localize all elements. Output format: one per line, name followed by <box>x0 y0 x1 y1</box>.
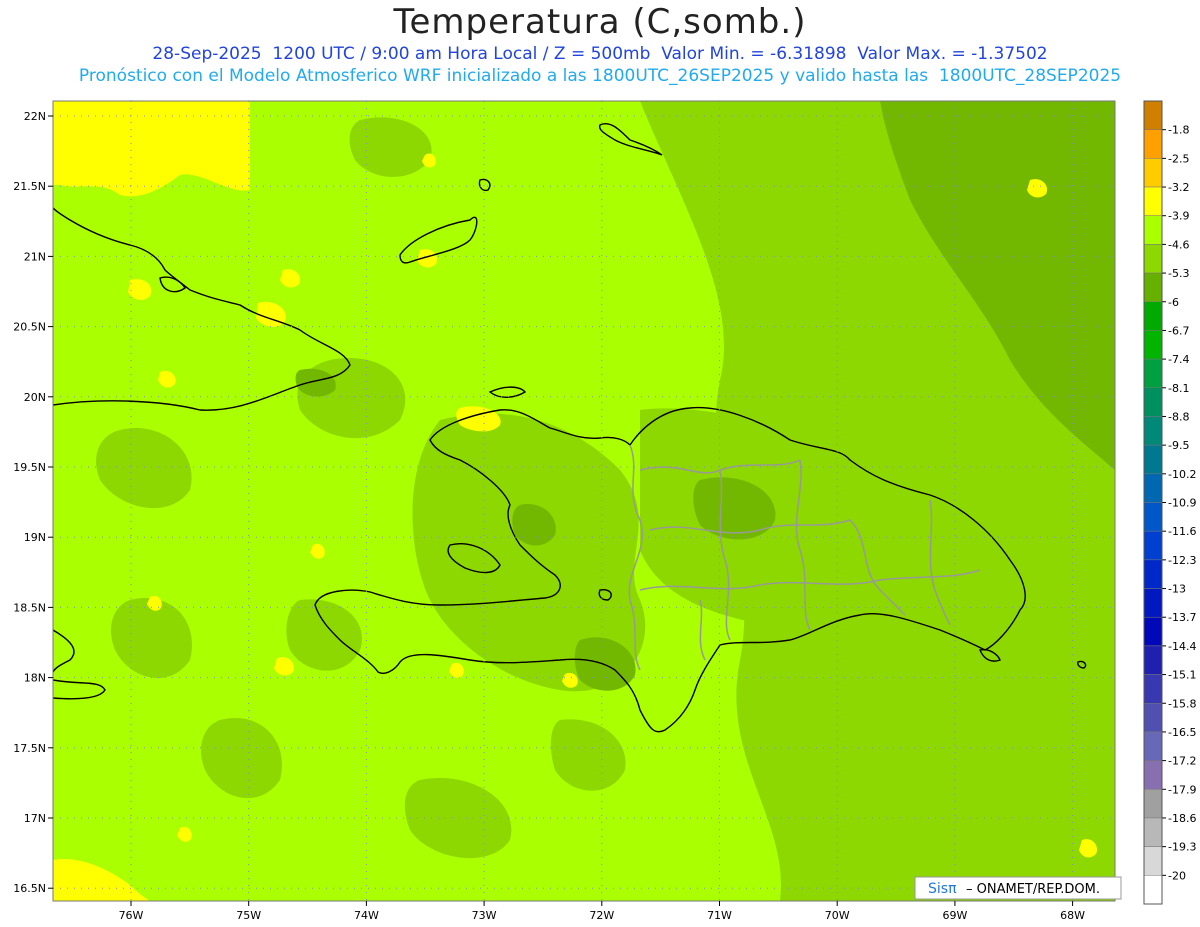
colorbar-label: -19.3 <box>1168 841 1196 854</box>
colorbar-swatch <box>1143 100 1163 130</box>
colorbar-swatch <box>1143 186 1163 216</box>
latitude-label: 21.5N <box>13 180 46 193</box>
latitude-axis: 22N 21.5N 21N 20.5N 20N 19.5N 19N 18.5N 18N 17.5N… <box>13 110 53 895</box>
colorbar-swatch <box>1143 559 1163 589</box>
colorbar-legend: -1.8 -2.5 -3.2 -3.9 -4.6 -5.3 -6 -6.7 -7.4 -8.1 -8… <box>1143 100 1196 905</box>
longitude-label: 68W <box>1060 909 1085 922</box>
latitude-label: 19N <box>24 531 46 544</box>
latitude-label: 20.5N <box>13 321 46 334</box>
colorbar-label: -18.6 <box>1168 812 1196 825</box>
colorbar-label: -9.5 <box>1168 439 1189 452</box>
longitude-label: 71W <box>707 909 732 922</box>
colorbar-swatch <box>1143 731 1163 761</box>
colorbar-label: -3.9 <box>1168 210 1189 223</box>
longitude-label: 73W <box>472 909 497 922</box>
colorbar-label: -15.8 <box>1168 697 1196 710</box>
longitude-label: 69W <box>942 909 967 922</box>
colorbar-label: -8.8 <box>1168 410 1189 423</box>
colorbar-label: -1.8 <box>1168 124 1189 137</box>
colorbar-swatch <box>1143 875 1163 905</box>
colorbar-swatch <box>1143 244 1163 274</box>
colorbar-swatch <box>1143 358 1163 389</box>
temperature-field <box>53 101 1115 901</box>
colorbar-label: -2.5 <box>1168 152 1189 165</box>
credit-text: – ONAMET/REP.DOM. <box>966 882 1100 897</box>
colorbar-label: -12.3 <box>1168 554 1196 567</box>
longitude-label: 76W <box>119 909 144 922</box>
latitude-label: 21N <box>24 250 46 263</box>
colorbar-swatch <box>1143 416 1163 446</box>
colorbar-swatch <box>1143 645 1163 675</box>
colorbar-swatch <box>1143 530 1163 561</box>
colorbar-swatch <box>1143 789 1163 819</box>
colorbar-label: -11.6 <box>1168 525 1196 538</box>
latitude-label: 17N <box>24 812 46 825</box>
colorbar-label: -20 <box>1168 869 1186 882</box>
colorbar-label: -15.1 <box>1168 669 1196 682</box>
colorbar-swatch <box>1143 301 1163 331</box>
colorbar-label: -13.7 <box>1168 611 1196 624</box>
latitude-label: 18N <box>24 672 46 685</box>
longitude-axis: 76W 75W 74W 73W 72W 71W 70W 69W 68W <box>119 901 1085 922</box>
colorbar-swatch <box>1143 588 1163 618</box>
latitude-label: 19.5N <box>13 461 46 474</box>
temperature-map: 22N 21.5N 21N 20.5N 20N 19.5N 19N 18.5N 18N 17.5N… <box>13 100 1196 922</box>
colorbar-label: -14.4 <box>1168 640 1196 653</box>
colorbar-label: -6 <box>1168 296 1179 309</box>
colorbar-label: -13 <box>1168 583 1186 596</box>
colorbar-swatch <box>1143 703 1163 733</box>
longitude-label: 72W <box>589 909 614 922</box>
colorbar-swatch <box>1143 387 1163 417</box>
colorbar-swatch <box>1143 760 1163 790</box>
colorbar-swatch <box>1143 272 1163 303</box>
latitude-label: 20N <box>24 391 46 404</box>
latitude-label: 16.5N <box>13 882 46 895</box>
latitude-label: 22N <box>24 110 46 123</box>
credit-box: Sisπ – ONAMET/REP.DOM. <box>914 876 1122 900</box>
colorbar-label: -16.5 <box>1168 726 1196 739</box>
latitude-label: 18.5N <box>13 601 46 614</box>
colorbar-swatch <box>1143 444 1163 475</box>
colorbar-label: -8.1 <box>1168 382 1189 395</box>
colorbar-swatch <box>1143 616 1163 647</box>
colorbar-swatch <box>1143 215 1163 245</box>
longitude-label: 75W <box>236 909 261 922</box>
colorbar-swatch <box>1143 817 1163 847</box>
longitude-label: 74W <box>354 909 379 922</box>
colorbar-swatch <box>1143 473 1163 503</box>
colorbar-label: -3.2 <box>1168 181 1189 194</box>
sispi-logo: Sisπ <box>928 881 957 897</box>
colorbar-swatch <box>1143 330 1163 360</box>
colorbar-swatch <box>1143 158 1163 188</box>
colorbar-label: -6.7 <box>1168 324 1189 337</box>
colorbar-label: -7.4 <box>1168 353 1189 366</box>
colorbar-label: -10.2 <box>1168 468 1196 481</box>
colorbar-swatch <box>1143 129 1163 159</box>
colorbar-label: -4.6 <box>1168 238 1189 251</box>
colorbar-swatch <box>1143 674 1163 704</box>
colorbar-label: -5.3 <box>1168 267 1189 280</box>
colorbar-swatch <box>1143 502 1163 532</box>
colorbar-label: -17.9 <box>1168 783 1196 796</box>
colorbar-swatch <box>1143 846 1163 876</box>
latitude-label: 17.5N <box>13 742 46 755</box>
colorbar-label: -10.9 <box>1168 497 1196 510</box>
longitude-label: 70W <box>825 909 850 922</box>
colorbar-label: -17.2 <box>1168 755 1196 768</box>
